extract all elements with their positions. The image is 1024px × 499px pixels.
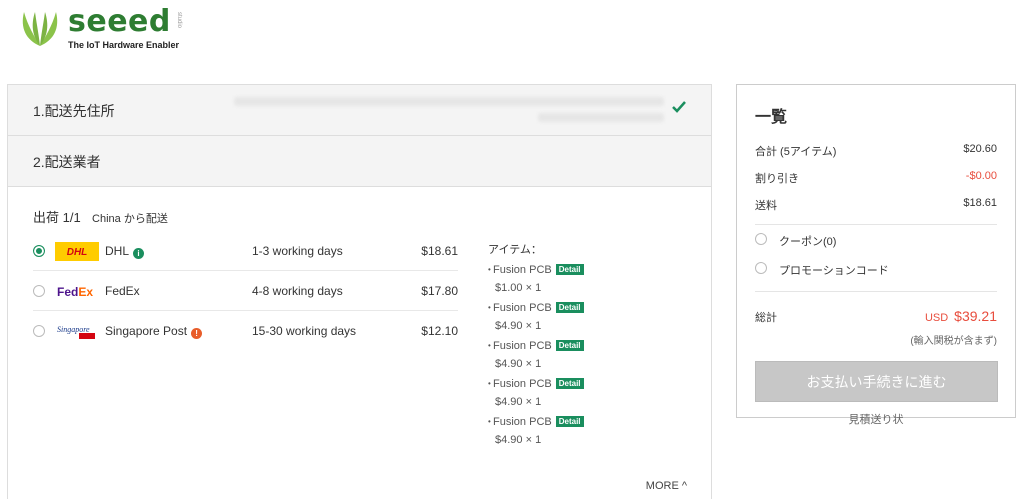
item-name: Fusion PCB (488, 416, 552, 428)
more-link[interactable]: MORE ^ (646, 480, 687, 492)
shipping-label: 送料 (755, 200, 777, 212)
svg-text:FedEx: FedEx (57, 285, 93, 299)
list-item: Fusion PCBDetail $4.90 × 1 (488, 340, 698, 370)
shipment-section: 出荷 1/1 China から配送 DHL DHL i 1-3 working d… (8, 187, 711, 492)
carrier-option-singapore-post[interactable]: Singapore Singapore Post! 15-30 working … (33, 311, 458, 351)
fedex-logo-icon: FedEx (57, 285, 93, 299)
discount-value: -$0.00 (965, 170, 997, 182)
item-price: $1.00 × 1 (495, 282, 542, 294)
item-price: $4.90 × 1 (495, 320, 542, 332)
radio-dhl[interactable] (33, 245, 45, 257)
subtotal-label: 合計 (5アイテム) (755, 146, 837, 158)
item-price: $4.90 × 1 (495, 396, 542, 408)
carrier-price: $12.10 (421, 324, 458, 338)
svg-text:Singapore: Singapore (57, 325, 90, 334)
summary-title: 一覧 (755, 109, 788, 126)
item-name: Fusion PCB (488, 378, 552, 390)
carrier-days: 15-30 working days (252, 324, 357, 338)
logo-tagline: The IoT Hardware Enabler (68, 40, 180, 50)
order-summary: 一覧 合計 (5アイテム) $20.60 割り引き -$0.00 送料 $18.… (736, 84, 1016, 426)
total-row: 総計 USD $39.21 (755, 308, 997, 325)
item-name: Fusion PCB (488, 340, 552, 352)
list-item: Fusion PCBDetail $1.00 × 1 (488, 264, 698, 294)
item-name: Fusion PCB (488, 302, 552, 314)
step-carrier[interactable]: 2.配送業者 (8, 136, 711, 187)
carrier-name: DHL i (105, 244, 145, 259)
divider (755, 291, 997, 292)
promo-radio[interactable] (755, 262, 767, 274)
seeed-logo[interactable]: seeed studio The IoT Hardware Enabler (18, 4, 188, 50)
detail-button[interactable]: Detail (555, 302, 584, 313)
list-item: Fusion PCBDetail $4.90 × 1 (488, 416, 698, 446)
proceed-to-payment-button[interactable]: お支払い手続きに進む (755, 361, 998, 402)
svg-text:DHL: DHL (67, 247, 88, 258)
logo-studio-text: studio (176, 12, 182, 29)
step-address[interactable]: 1.配送先住所 (8, 85, 711, 136)
logo-text: seeed (68, 4, 171, 39)
carrier-option-fedex[interactable]: FedEx FedEx 4-8 working days $17.80 (33, 271, 458, 311)
total-value: USD $39.21 (924, 308, 997, 324)
carrier-days: 1-3 working days (252, 244, 343, 258)
singapore-post-logo-icon: Singapore (57, 325, 95, 339)
carrier-price: $17.80 (421, 284, 458, 298)
items-label: アイテム： (488, 244, 542, 256)
carrier-option-dhl[interactable]: DHL DHL i 1-3 working days $18.61 (33, 231, 458, 271)
detail-button[interactable]: Detail (555, 264, 584, 275)
total-currency: USD (924, 312, 949, 324)
dhl-logo-icon: DHL (55, 242, 99, 261)
subtotal-row: 合計 (5アイテム) $20.60 (755, 143, 997, 159)
shipment-header: 出荷 1/1 China から配送 (33, 207, 168, 226)
checkout-panel: 1.配送先住所 2.配送業者 出荷 1/1 China から配送 DHL DHL… (7, 84, 712, 499)
coupon-label: クーポン(0) (779, 236, 837, 248)
carrier-list: DHL DHL i 1-3 working days $18.61 FedEx F… (33, 231, 458, 351)
tax-note: (輸入関税が含まず) (910, 336, 997, 347)
radio-singapore-post[interactable] (33, 325, 45, 337)
detail-button[interactable]: Detail (555, 416, 584, 427)
seeed-leaf-icon (22, 12, 58, 46)
carrier-price: $18.61 (421, 244, 458, 258)
carrier-name: FedEx (105, 284, 140, 298)
item-list: アイテム： Fusion PCBDetail $1.00 × 1 Fusion … (488, 241, 698, 454)
shipping-row: 送料 $18.61 (755, 197, 997, 213)
detail-button[interactable]: Detail (555, 340, 584, 351)
radio-fedex[interactable] (33, 285, 45, 297)
coupon-radio[interactable] (755, 233, 767, 245)
item-price: $4.90 × 1 (495, 358, 542, 370)
warning-icon[interactable]: ! (191, 328, 203, 339)
discount-row: 割り引き -$0.00 (755, 170, 997, 186)
shipment-label: 出荷 1/1 (33, 210, 81, 225)
list-item: Fusion PCBDetail $4.90 × 1 (488, 378, 698, 408)
discount-label: 割り引き (755, 173, 799, 185)
divider (755, 224, 997, 225)
item-price: $4.90 × 1 (495, 434, 542, 446)
info-icon[interactable]: i (133, 248, 145, 259)
carrier-name: Singapore Post! (105, 324, 203, 339)
address-blurred (234, 97, 664, 106)
check-icon (672, 101, 686, 113)
shipping-value: $18.61 (963, 197, 997, 209)
promo-label: プロモーションコード (779, 265, 889, 277)
promo-option[interactable]: プロモーションコード (755, 262, 997, 278)
carrier-days: 4-8 working days (252, 284, 343, 298)
shipment-origin: China から配送 (92, 213, 168, 225)
step-carrier-title: 2.配送業者 (33, 154, 101, 170)
subtotal-value: $20.60 (963, 143, 997, 155)
coupon-option[interactable]: クーポン(0) (755, 233, 997, 249)
total-label: 総計 (755, 312, 777, 324)
list-item: Fusion PCBDetail $4.90 × 1 (488, 302, 698, 332)
item-name: Fusion PCB (488, 264, 552, 276)
quote-invoice-link[interactable]: 見積送り状 (755, 411, 997, 427)
detail-button[interactable]: Detail (555, 378, 584, 389)
step-address-title: 1.配送先住所 (33, 103, 115, 119)
